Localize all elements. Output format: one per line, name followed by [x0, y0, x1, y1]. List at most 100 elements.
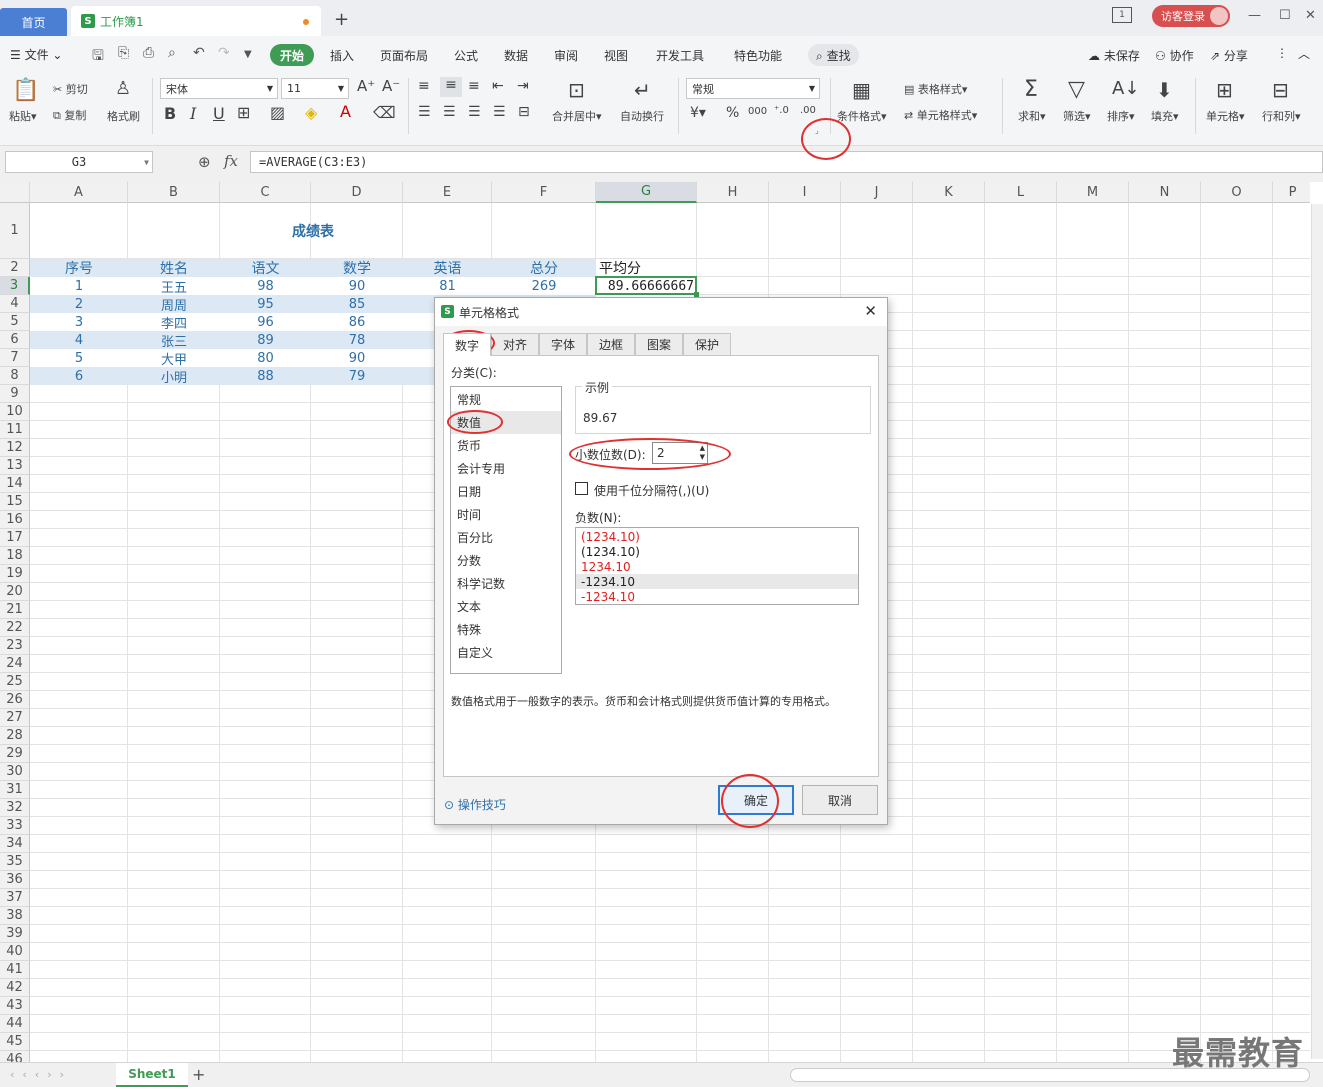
align-bottom-icon[interactable]: ≡: [468, 78, 480, 94]
fx-icon[interactable]: fx: [224, 152, 238, 170]
new-tab-icon[interactable]: +: [334, 9, 349, 30]
sheet-tab-sheet1[interactable]: Sheet1: [116, 1063, 188, 1087]
table-cell[interactable]: 80: [220, 349, 311, 367]
category-item[interactable]: 文本: [451, 595, 561, 618]
table-cell[interactable]: 79: [311, 367, 403, 385]
menu-data[interactable]: 数据: [504, 47, 528, 64]
thousands-separator-checkbox[interactable]: [575, 482, 588, 495]
row-header[interactable]: 14: [0, 475, 30, 493]
category-item[interactable]: 会计专用: [451, 457, 561, 480]
negative-format-item[interactable]: -1234.10: [576, 574, 858, 589]
tab-border[interactable]: 边框: [587, 333, 635, 355]
cell-style-button[interactable]: ⇄ 单元格样式▾: [904, 107, 977, 123]
ok-button[interactable]: 确定: [718, 785, 794, 815]
table-cell[interactable]: 98: [220, 277, 311, 295]
conditional-format-button[interactable]: 条件格式▾: [837, 108, 887, 124]
row-header[interactable]: 22: [0, 619, 30, 637]
sheet-title-cell[interactable]: 成绩表: [30, 203, 596, 259]
column-header[interactable]: C: [220, 182, 311, 203]
category-item[interactable]: 时间: [451, 503, 561, 526]
save-icon[interactable]: 🖫: [92, 45, 104, 69]
filter-button[interactable]: 筛选▾: [1063, 108, 1091, 124]
menu-formula[interactable]: 公式: [454, 47, 478, 64]
decrease-decimal-icon[interactable]: .00: [800, 105, 816, 116]
table-cell[interactable]: 李四: [128, 313, 220, 332]
column-header[interactable]: L: [985, 182, 1057, 203]
close-icon[interactable]: ✕: [864, 302, 877, 320]
italic-icon[interactable]: I: [190, 104, 196, 123]
table-style-button[interactable]: ▤ 表格样式▾: [904, 81, 967, 97]
number-format-launcher-icon[interactable]: ⌟: [815, 126, 819, 135]
row-header[interactable]: 41: [0, 961, 30, 979]
bold-icon[interactable]: B: [164, 104, 176, 123]
quick-access-dropdown-icon[interactable]: ▼: [244, 49, 252, 60]
table-cell[interactable]: 2: [30, 295, 128, 313]
column-header[interactable]: G: [596, 182, 697, 203]
align-left-icon[interactable]: ☰: [418, 104, 431, 120]
share-button[interactable]: ⇗ 分享: [1210, 47, 1248, 64]
wrap-text-button[interactable]: 自动换行: [620, 108, 664, 124]
row-header[interactable]: 42: [0, 979, 30, 997]
tips-link[interactable]: ⊙ 操作技巧: [444, 796, 506, 813]
minimize-icon[interactable]: —: [1248, 8, 1261, 23]
row-header[interactable]: 33: [0, 817, 30, 835]
column-header[interactable]: H: [697, 182, 769, 203]
zoom-formula-icon[interactable]: ⊕: [198, 153, 211, 171]
table-cell[interactable]: 3: [30, 313, 128, 331]
negative-format-item[interactable]: (1234.10): [576, 544, 858, 559]
border-icon[interactable]: ⊞: [237, 103, 250, 122]
sort-button[interactable]: 排序▾: [1107, 108, 1135, 124]
increase-decimal-icon[interactable]: ⁺.0: [774, 105, 789, 116]
table-cell[interactable]: 王五: [128, 277, 220, 296]
sort-icon[interactable]: A↓: [1112, 78, 1139, 99]
table-header-cell[interactable]: 数学: [311, 259, 403, 277]
row-header[interactable]: 35: [0, 853, 30, 871]
column-header[interactable]: K: [913, 182, 985, 203]
align-middle-icon[interactable]: ≡: [440, 77, 462, 97]
category-item[interactable]: 百分比: [451, 526, 561, 549]
collab-button[interactable]: ⚇ 协作: [1155, 47, 1194, 64]
category-item[interactable]: 数值: [451, 411, 561, 434]
negative-format-item[interactable]: -1234.10: [576, 589, 858, 604]
vertical-scrollbar[interactable]: [1311, 204, 1323, 1059]
table-cell[interactable]: 4: [30, 331, 128, 349]
menu-view[interactable]: 视图: [604, 47, 628, 64]
table-cell[interactable]: 小明: [128, 367, 220, 386]
row-header[interactable]: 10: [0, 403, 30, 421]
name-box[interactable]: G3 ▼: [5, 151, 153, 173]
sum-icon[interactable]: Σ: [1024, 77, 1038, 102]
row-header[interactable]: 27: [0, 709, 30, 727]
row-header[interactable]: 44: [0, 1015, 30, 1033]
table-header-cell[interactable]: 英语: [403, 259, 492, 277]
maximize-icon[interactable]: ☐: [1279, 8, 1291, 23]
row-header[interactable]: 21: [0, 601, 30, 619]
tab-font[interactable]: 字体: [539, 333, 587, 355]
row-header[interactable]: 45: [0, 1033, 30, 1051]
fill-icon[interactable]: ⬇: [1156, 78, 1173, 102]
fill-pattern-icon[interactable]: ▨: [270, 103, 285, 122]
currency-icon[interactable]: ¥▾: [690, 105, 706, 121]
column-header[interactable]: M: [1057, 182, 1129, 203]
table-cell[interactable]: 90: [311, 277, 403, 295]
row-header[interactable]: 4: [0, 295, 30, 313]
align-top-icon[interactable]: ≡: [418, 78, 430, 94]
table-cell[interactable]: 78: [311, 331, 403, 349]
export-icon[interactable]: ⎘: [118, 45, 129, 61]
category-item[interactable]: 日期: [451, 480, 561, 503]
negative-format-item[interactable]: (1234.10): [576, 529, 858, 544]
row-header[interactable]: 26: [0, 691, 30, 709]
tab-workbook[interactable]: S 工作簿1: [71, 6, 321, 36]
format-painter-icon[interactable]: ♙: [115, 78, 131, 99]
align-center-icon[interactable]: ☰: [443, 104, 456, 120]
format-painter-button[interactable]: 格式刷: [107, 108, 140, 124]
align-right-icon[interactable]: ☰: [468, 104, 481, 120]
font-color-icon[interactable]: A: [340, 102, 351, 121]
paste-icon[interactable]: 📋: [12, 78, 39, 103]
sheet-nav-arrows-icon[interactable]: ‹‹‹››: [10, 1068, 72, 1081]
menu-start[interactable]: 开始: [270, 44, 314, 66]
font-size-select[interactable]: 11 ▼: [281, 78, 349, 99]
filter-icon[interactable]: ▽: [1068, 77, 1085, 102]
column-header[interactable]: P: [1273, 182, 1310, 203]
add-sheet-icon[interactable]: +: [192, 1065, 205, 1084]
row-header[interactable]: 19: [0, 565, 30, 583]
